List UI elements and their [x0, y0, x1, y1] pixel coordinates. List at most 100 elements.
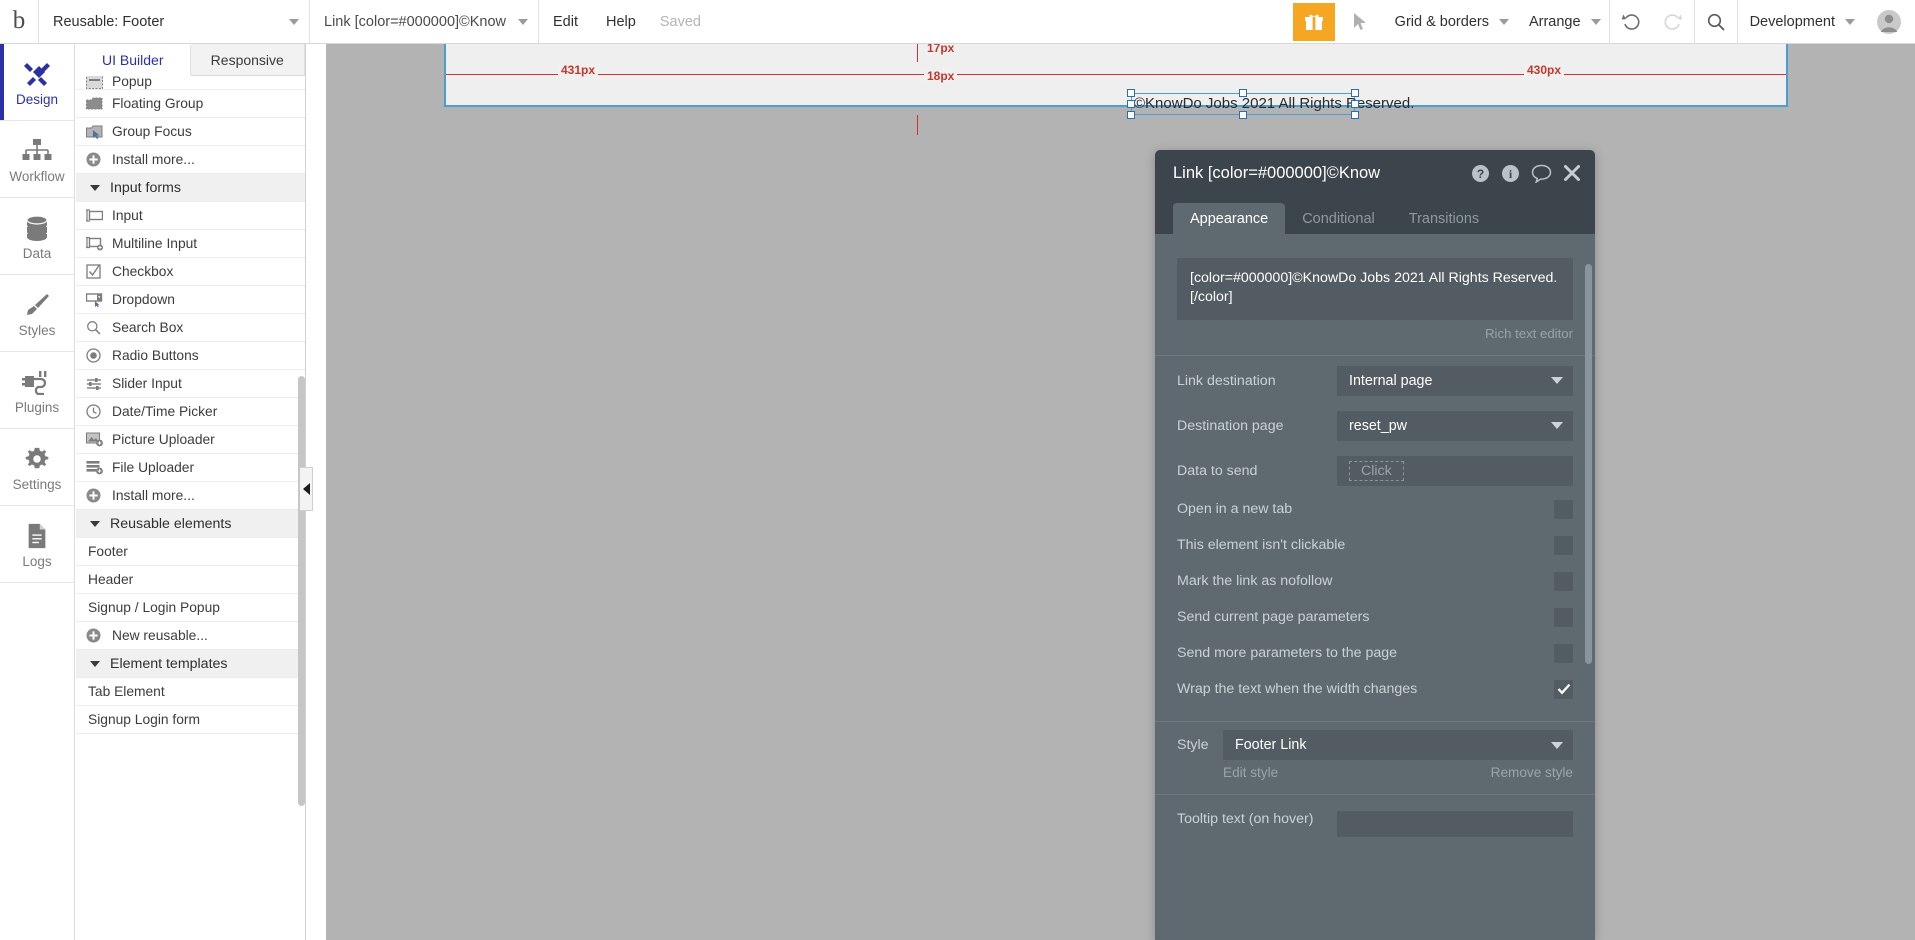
comment-icon[interactable]: [1531, 164, 1552, 183]
rail-item-workflow[interactable]: Workflow: [0, 121, 74, 198]
link-text-input[interactable]: [color=#000000]©KnowDo Jobs 2021 All Rig…: [1177, 258, 1573, 320]
palette-item-label: Multiline Input: [112, 236, 198, 251]
checkbox-not-clickable[interactable]: This element isn't clickable: [1155, 527, 1595, 563]
property-editor-scrollbar[interactable]: [1585, 264, 1592, 664]
palette-item-dropdown[interactable]: Dropdown: [76, 286, 305, 314]
slider-icon: [86, 377, 112, 391]
search-button[interactable]: [1695, 0, 1737, 43]
user-avatar-button[interactable]: [1863, 0, 1915, 43]
palette-item-input[interactable]: Input: [76, 202, 305, 230]
checkbox-input[interactable]: [1554, 571, 1573, 591]
rail-item-data[interactable]: Data: [0, 198, 74, 275]
palette-item-slider-input[interactable]: Slider Input: [76, 370, 305, 398]
rail-item-styles[interactable]: Styles: [0, 275, 74, 352]
edit-menu[interactable]: Edit: [539, 0, 592, 43]
palette-group-input-forms[interactable]: Input forms: [76, 174, 305, 202]
palette-item-label: Group Focus: [112, 124, 192, 139]
svg-text:?: ?: [1477, 167, 1484, 181]
info-icon[interactable]: i: [1501, 164, 1520, 183]
alignment-guide-horizontal: [446, 74, 1786, 75]
rich-text-editor-link[interactable]: Rich text editor: [1155, 326, 1573, 341]
palette-item-floating-group[interactable]: Floating Group: [76, 90, 305, 118]
palette-item-checkbox[interactable]: Checkbox: [76, 258, 305, 286]
checkbox-input[interactable]: [1554, 535, 1573, 555]
tab-transitions[interactable]: Transitions: [1392, 203, 1496, 234]
resize-handle-se[interactable]: [1351, 111, 1359, 119]
plus-circle-icon: [86, 628, 112, 643]
grid-borders-dropdown[interactable]: Grid & borders: [1383, 0, 1517, 43]
resize-handle-sw[interactable]: [1127, 111, 1135, 119]
tab-appearance[interactable]: Appearance: [1173, 203, 1286, 234]
palette-group-element-templates[interactable]: Element templates: [76, 650, 305, 678]
resize-handle-s[interactable]: [1239, 111, 1247, 119]
palette-item-tab-element[interactable]: Tab Element: [76, 678, 305, 706]
link-destination-select[interactable]: Internal page: [1337, 365, 1573, 396]
checkbox-send-current-page-parameters[interactable]: Send current page parameters: [1155, 599, 1595, 635]
undo-icon: [1621, 13, 1640, 30]
element-selector-dropdown[interactable]: Link [color=#000000]©Know: [310, 0, 538, 43]
arrange-dropdown[interactable]: Arrange: [1517, 0, 1609, 43]
palette-item-search-box[interactable]: Search Box: [76, 314, 305, 342]
rail-item-design[interactable]: Design: [0, 44, 74, 121]
palette-group-reusable-elements[interactable]: Reusable elements: [76, 510, 305, 538]
resize-handle-ne[interactable]: [1351, 89, 1359, 97]
palette-item-install-more-1[interactable]: Install more...: [76, 146, 305, 174]
database-icon: [23, 211, 51, 241]
gift-button[interactable]: [1292, 2, 1335, 41]
rail-item-logs[interactable]: Logs: [0, 506, 74, 583]
checkbox-wrap-text[interactable]: Wrap the text when the width changes: [1155, 671, 1595, 707]
help-menu[interactable]: Help: [592, 0, 650, 43]
checkbox-input[interactable]: [1554, 499, 1573, 519]
edit-style-link[interactable]: Edit style: [1223, 765, 1278, 780]
palette-item-footer[interactable]: Footer: [76, 538, 305, 566]
resize-handle-n[interactable]: [1239, 89, 1247, 97]
close-icon[interactable]: [1563, 164, 1581, 182]
palette-item-radio-buttons[interactable]: Radio Buttons: [76, 342, 305, 370]
destination-page-select[interactable]: reset_pw: [1337, 410, 1573, 441]
palette-list: Popup Floating Group Group Focus Install…: [76, 76, 305, 940]
checkbox-send-more-parameters[interactable]: Send more parameters to the page: [1155, 635, 1595, 671]
checkbox-input[interactable]: [1554, 607, 1573, 627]
resize-handle-nw[interactable]: [1127, 89, 1135, 97]
resize-handle-e[interactable]: [1351, 100, 1359, 108]
tab-ui-builder[interactable]: UI Builder: [76, 45, 191, 76]
property-editor-header[interactable]: Link [color=#000000]©Know ? i: [1155, 150, 1595, 196]
design-canvas[interactable]: 431px 430px 17px 18px ©KnowDo Jobs 2021 …: [326, 44, 1915, 940]
palette-item-datetime-picker[interactable]: Date/Time Picker: [76, 398, 305, 426]
version-dropdown[interactable]: Development: [1738, 0, 1863, 43]
palette-item-picture-uploader[interactable]: Picture Uploader: [76, 426, 305, 454]
palette-item-multiline-input[interactable]: Multiline Input: [76, 230, 305, 258]
redo-button[interactable]: [1652, 0, 1694, 43]
checkbox-input[interactable]: [1554, 643, 1573, 663]
help-icon[interactable]: ?: [1471, 164, 1490, 183]
palette-item-install-more-2[interactable]: Install more...: [76, 482, 305, 510]
resize-handle-w[interactable]: [1127, 100, 1135, 108]
palette-item-signup-login-form[interactable]: Signup Login form: [76, 706, 305, 734]
tab-responsive[interactable]: Responsive: [190, 44, 305, 75]
footer-reusable-element[interactable]: [444, 44, 1788, 107]
property-editor-panel: Link [color=#000000]©Know ? i Appearance…: [1155, 150, 1595, 940]
palette-item-group-focus[interactable]: Group Focus: [76, 118, 305, 146]
rail-item-settings[interactable]: Settings: [0, 429, 74, 506]
checkbox-input[interactable]: [1554, 679, 1573, 699]
style-select[interactable]: Footer Link: [1223, 730, 1573, 760]
data-to-send-input[interactable]: Click: [1337, 455, 1573, 486]
palette-scrollbar[interactable]: [298, 376, 305, 806]
undo-button[interactable]: [1610, 0, 1652, 43]
tab-conditional[interactable]: Conditional: [1285, 203, 1392, 234]
app-logo[interactable]: b: [0, 0, 38, 43]
tooltip-text-input[interactable]: [1337, 811, 1573, 837]
remove-style-link[interactable]: Remove style: [1491, 765, 1573, 780]
palette-item-new-reusable[interactable]: New reusable...: [76, 622, 305, 650]
palette-item-signup-login-popup[interactable]: Signup / Login Popup: [76, 594, 305, 622]
page-selector-dropdown[interactable]: Reusable: Footer: [39, 0, 309, 43]
checkbox-nofollow[interactable]: Mark the link as nofollow: [1155, 563, 1595, 599]
pointer-tool-button[interactable]: [1339, 0, 1383, 43]
panel-collapse-handle[interactable]: [300, 467, 313, 511]
palette-item-file-uploader[interactable]: File Uploader: [76, 454, 305, 482]
rail-item-plugins[interactable]: Plugins: [0, 352, 74, 429]
palette-item-header[interactable]: Header: [76, 566, 305, 594]
checkbox-open-in-new-tab[interactable]: Open in a new tab: [1155, 491, 1595, 527]
palette-item-popup[interactable]: Popup: [76, 76, 305, 90]
palette-item-label: Dropdown: [112, 292, 175, 307]
